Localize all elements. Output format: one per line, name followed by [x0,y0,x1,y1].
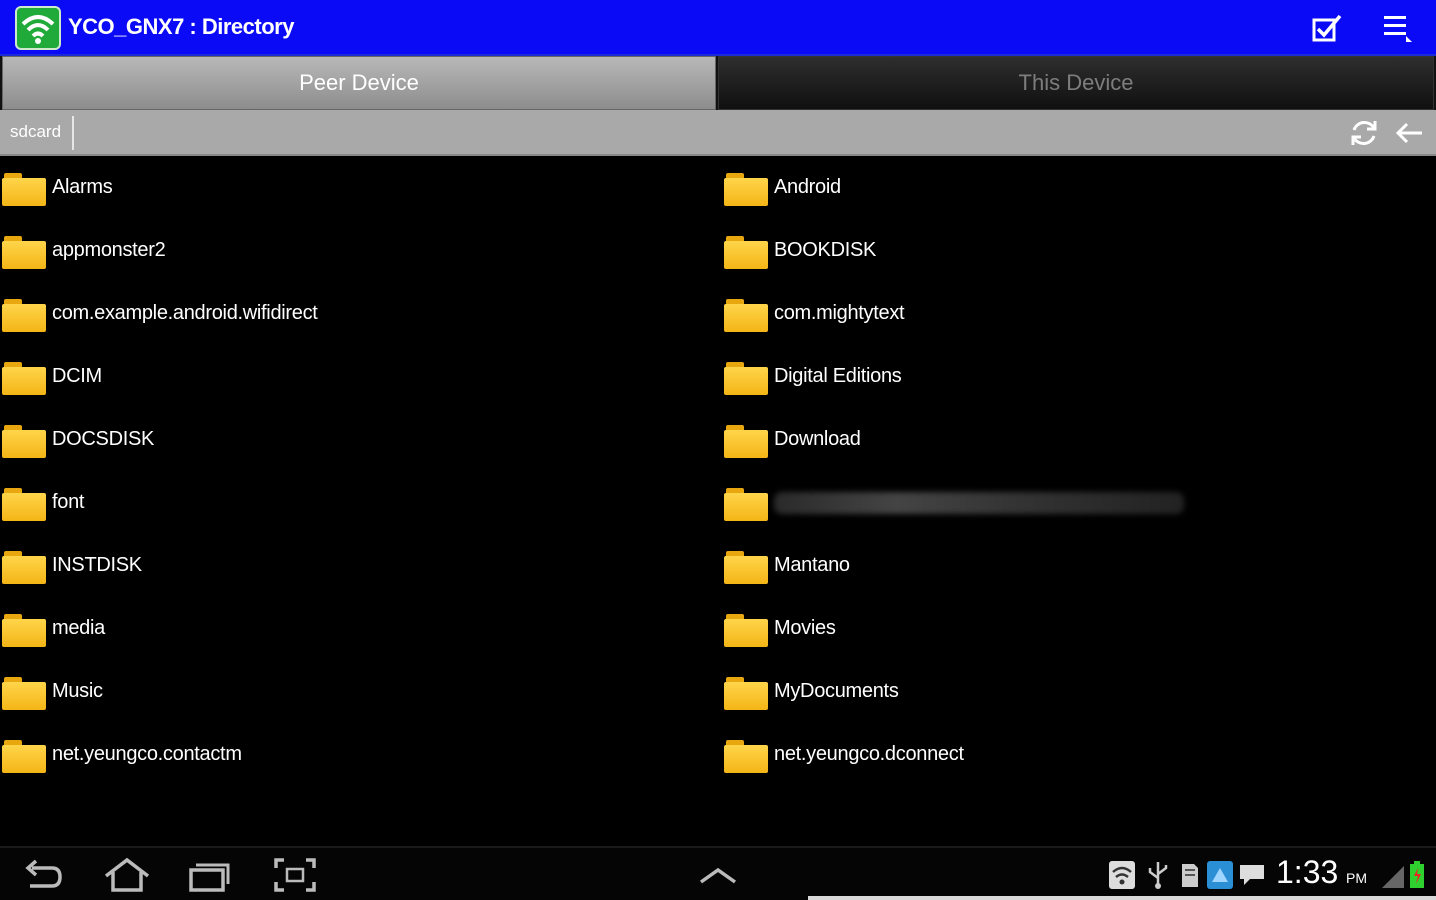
folder-name: DOCSDISK [52,428,155,450]
clock-ampm: PM [1346,870,1367,886]
folder-icon [724,298,768,332]
clock-time: 1:33 [1276,854,1339,890]
folder-name: MyDocuments [774,680,899,702]
folder-item[interactable]: Alarms [2,156,712,219]
app-notification-icon [1206,860,1234,890]
battery-icon [1408,860,1436,890]
folder-name: appmonster2 [52,239,166,261]
redacted-folder-name [774,491,1184,514]
folder-column-left: Alarms appmonster2 com.example.android.wif… [2,156,712,786]
screenshot-icon[interactable] [272,856,318,894]
folder-name: com.example.android.wifidirect [52,302,318,324]
folder-name: media [52,617,105,639]
folder-name: INSTDISK [52,554,142,576]
folder-item[interactable]: Music [2,660,712,723]
folder-item[interactable]: Movies [724,597,1434,660]
folder-icon [2,739,46,773]
folder-icon [724,424,768,458]
refresh-icon[interactable] [1346,116,1382,150]
folder-name: Movies [774,617,836,639]
folder-item[interactable]: appmonster2 [2,219,712,282]
folder-icon [724,739,768,773]
folder-item[interactable]: font [2,471,712,534]
folder-item[interactable]: INSTDISK [2,534,712,597]
usb-icon [1144,860,1172,890]
folder-item[interactable]: media [2,597,712,660]
folder-icon [2,424,46,458]
folder-item[interactable]: com.example.android.wifidirect [2,282,712,345]
recent-apps-icon[interactable] [186,856,232,894]
chevron-up-icon[interactable] [695,856,741,894]
back-icon[interactable] [20,856,66,894]
folder-icon [724,361,768,395]
current-path[interactable]: sdcard [10,122,61,142]
folder-icon [724,550,768,584]
sdcard-icon [1176,860,1204,890]
back-arrow-icon[interactable] [1392,116,1428,150]
message-icon [1238,860,1266,890]
bottom-strip [808,896,1436,900]
folder-item[interactable]: DOCSDISK [2,408,712,471]
wifi-status-icon [1108,860,1136,890]
folder-name: Android [774,176,841,198]
folder-icon [2,361,46,395]
folder-icon [2,613,46,647]
home-icon[interactable] [102,856,150,894]
folder-name: net.yeungco.dconnect [774,743,964,765]
tab-this-device[interactable]: This Device [718,56,1434,110]
folder-name: net.yeungco.contactm [52,743,242,765]
folder-name: Music [52,680,103,702]
folder-name: DCIM [52,365,102,387]
folder-item[interactable]: BOOKDISK [724,219,1434,282]
folder-icon [2,298,46,332]
folder-icon [2,235,46,269]
folder-item[interactable]: Download [724,408,1434,471]
signal-icon [1380,860,1408,890]
app-title: YCO_GNX7 : Directory [68,14,294,39]
folder-item[interactable]: Digital Editions [724,345,1434,408]
folder-column-right: Android BOOKDISK com.mightytext Digital Edi… [724,156,1434,786]
folder-item[interactable]: MyDocuments [724,660,1434,723]
folder-icon [2,487,46,521]
folder-icon [724,172,768,206]
folder-name: Download [774,428,861,450]
device-tabs: Peer Device This Device [0,56,1436,110]
system-bar: 1:33 PM [0,846,1436,900]
folder-item[interactable]: DCIM [2,345,712,408]
folder-item[interactable]: Mantano [724,534,1434,597]
menu-icon[interactable] [1378,10,1418,46]
tab-peer-device[interactable]: Peer Device [2,56,716,110]
folder-icon [724,487,768,521]
folder-item[interactable]: net.yeungco.contactm [2,723,712,786]
checkbox-icon[interactable] [1308,10,1348,46]
folder-icon [724,676,768,710]
folder-icon [724,613,768,647]
folder-icon [724,235,768,269]
folder-name: Digital Editions [774,365,902,387]
folder-icon [2,676,46,710]
action-bar: YCO_GNX7 : Directory [0,0,1436,56]
folder-grid: Alarms appmonster2 com.example.android.wif… [0,156,1436,846]
path-divider [72,116,74,150]
folder-name: Mantano [774,554,850,576]
wifi-app-icon[interactable] [15,6,61,50]
folder-item[interactable]: net.yeungco.dconnect [724,723,1434,786]
folder-name: font [52,491,85,513]
folder-icon [2,172,46,206]
folder-name: com.mightytext [774,302,905,324]
folder-icon [2,550,46,584]
path-bar: sdcard [0,110,1436,156]
folder-name: BOOKDISK [774,239,877,261]
folder-name: Alarms [52,176,113,198]
screen: YCO_GNX7 : Directory Peer Device This De… [0,0,1436,900]
folder-item[interactable] [724,471,1434,534]
folder-item[interactable]: com.mightytext [724,282,1434,345]
folder-item[interactable]: Android [724,156,1434,219]
